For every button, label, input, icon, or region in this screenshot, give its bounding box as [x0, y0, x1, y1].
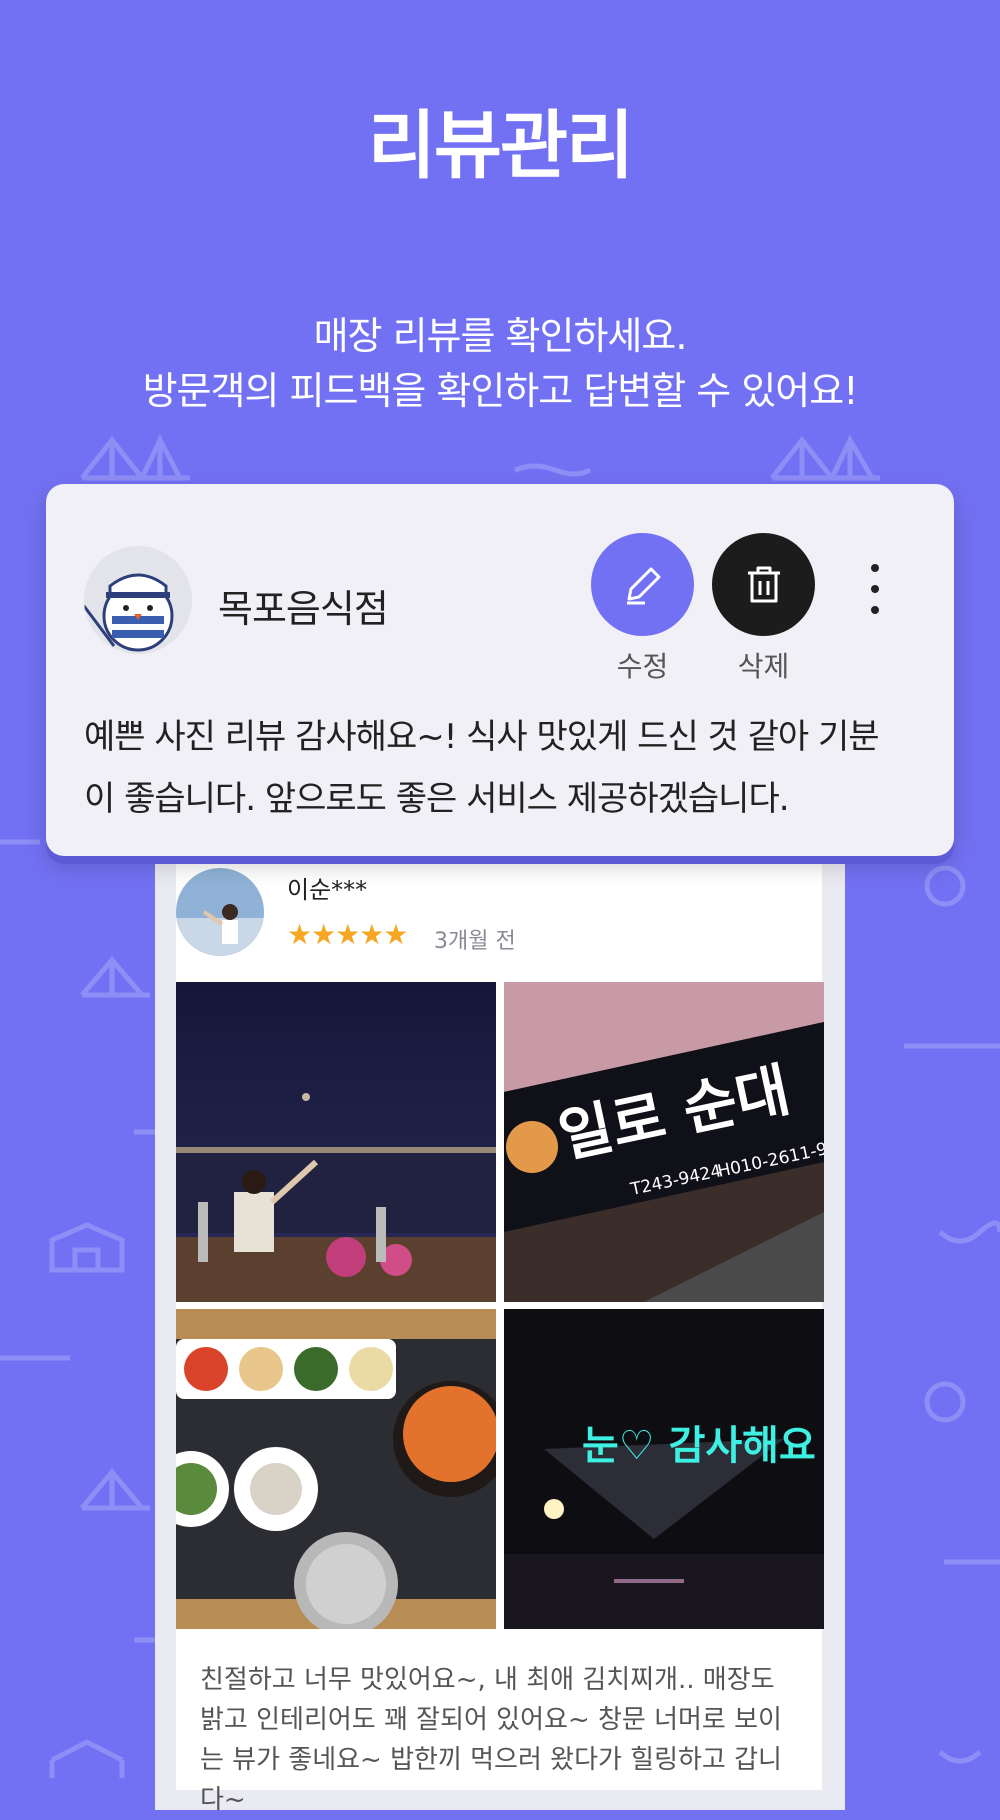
- review-photo-night-lake[interactable]: [176, 982, 496, 1302]
- edit-label: 수정: [616, 650, 669, 683]
- edit-button[interactable]: [591, 533, 694, 636]
- page-subtitle-line1: 매장 리뷰를 확인하세요.: [313, 314, 688, 358]
- review-photo-signboard[interactable]: 일로 순대 T243-9424 H010-2611-94: [504, 982, 824, 1302]
- review-photo-neon[interactable]: 눈♡ 감사해요: [504, 1309, 824, 1629]
- reply-text: 예쁜 사진 리뷰 감사해요~! 식사 맛있게 드신 것 같아 기분이 좋습니다.…: [84, 717, 880, 819]
- neon-text: 눈♡ 감사해요: [582, 1423, 816, 1469]
- review-photo-meal[interactable]: [176, 1309, 496, 1629]
- reviewer-avatar: [176, 868, 264, 956]
- reviewer-name: 이순***: [287, 876, 368, 904]
- page-title: 리뷰관리: [367, 103, 634, 189]
- review-time: 3개월 전: [434, 929, 516, 954]
- review-body: 친절하고 너무 맛있어요~, 내 최애 김치찌개.. 매장도 밝고 인테리어도 …: [200, 1665, 782, 1815]
- pencil-icon: [626, 567, 660, 604]
- star-rating: ★★★★★: [287, 918, 409, 951]
- more-vertical-icon[interactable]: [862, 564, 888, 614]
- store-avatar: [84, 546, 192, 654]
- store-name: 목포음식점: [218, 587, 389, 631]
- delete-button[interactable]: [712, 533, 815, 636]
- delete-label: 삭제: [737, 650, 790, 683]
- page-subtitle-line2: 방문객의 피드백을 확인하고 답변할 수 있어요!: [142, 369, 859, 413]
- trash-icon: [747, 566, 780, 602]
